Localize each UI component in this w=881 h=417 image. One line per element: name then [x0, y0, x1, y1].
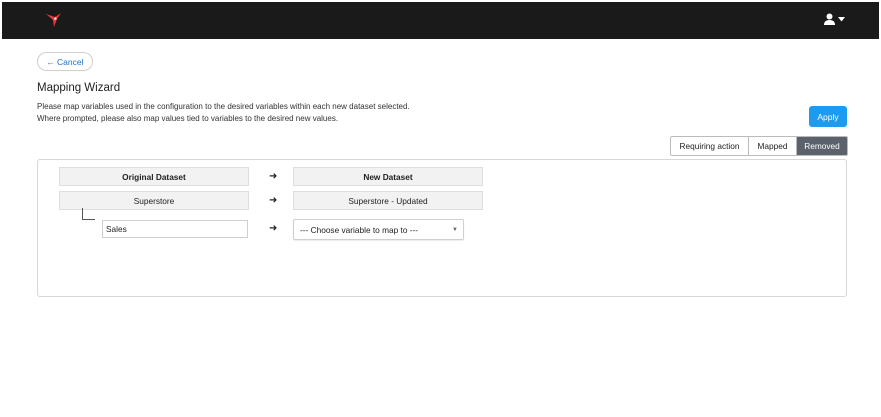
arrow-right-icon: ➜ [269, 195, 278, 206]
page-title: Mapping Wizard [37, 82, 121, 94]
tree-connector [82, 208, 95, 220]
new-dataset-header: New Dataset [293, 167, 483, 186]
page-description: Please map variables used in the configu… [37, 101, 410, 125]
user-menu[interactable] [824, 13, 845, 25]
variable-field: Sales [102, 220, 248, 238]
filter-requiring-action[interactable]: Requiring action [671, 137, 748, 155]
hummingbird-logo-icon[interactable] [44, 10, 64, 30]
select-placeholder: --- Choose variable to map to --- [300, 224, 419, 235]
chevron-down-icon: ▼ [452, 227, 458, 233]
filter-removed[interactable]: Removed [796, 137, 847, 155]
apply-button[interactable]: Apply [809, 106, 847, 127]
variable-map-select[interactable]: --- Choose variable to map to --- ▼ [293, 219, 464, 240]
cancel-label: Cancel [57, 56, 84, 67]
original-dataset-header: Original Dataset [59, 167, 249, 186]
filter-toggle-group: Requiring action Mapped Removed [670, 136, 848, 156]
new-dataset-name: Superstore - Updated [293, 191, 483, 210]
arrow-left-icon: ← [46, 56, 56, 67]
caret-down-icon [838, 16, 845, 21]
description-line-1: Please map variables used in the configu… [37, 102, 410, 111]
top-navbar [2, 2, 879, 39]
arrow-right-icon: ➜ [269, 223, 278, 234]
user-icon [824, 13, 835, 25]
description-line-2: Where prompted, please also map values t… [37, 114, 339, 123]
arrow-right-icon: ➜ [269, 171, 278, 182]
cancel-button[interactable]: ← Cancel [37, 52, 93, 71]
filter-mapped[interactable]: Mapped [748, 137, 796, 155]
